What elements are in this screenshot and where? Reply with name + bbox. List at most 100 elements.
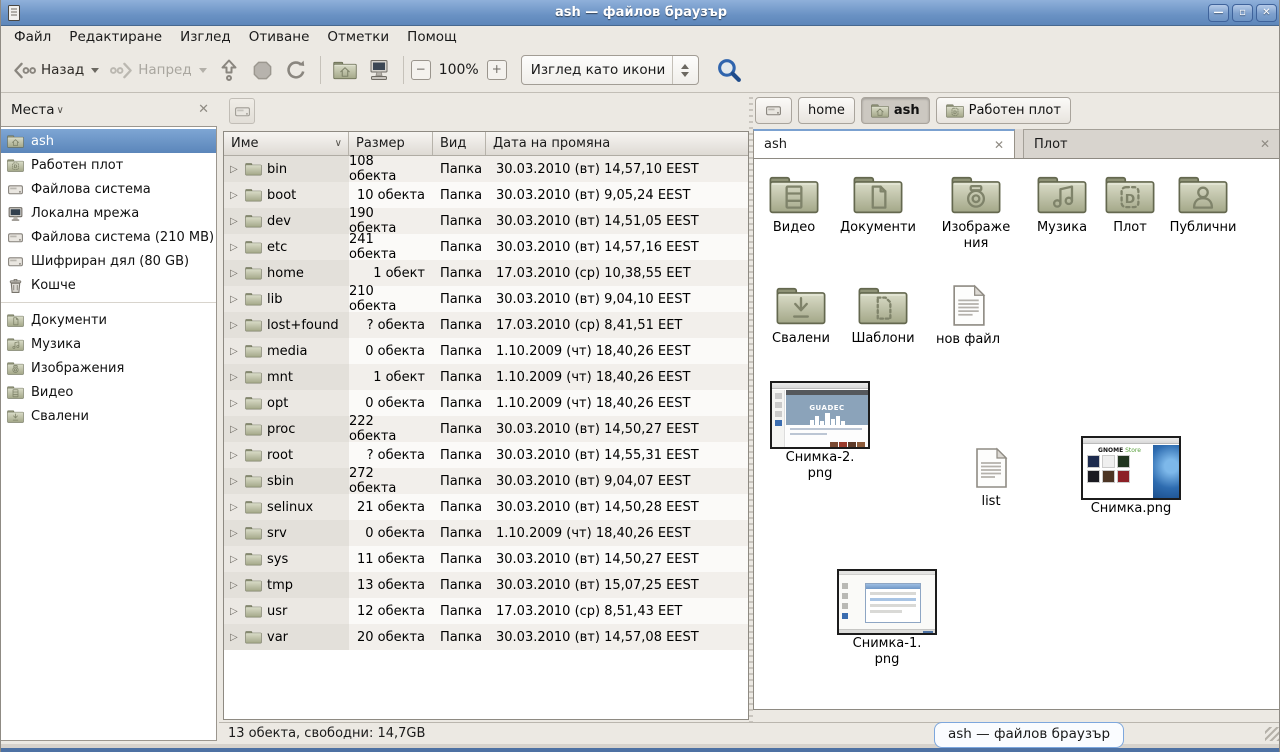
- file-item--png[interactable]: GNOME StoreСнимка.png: [1080, 436, 1182, 517]
- view-mode-spinner[interactable]: [672, 56, 698, 84]
- minimize-button[interactable]: —: [1208, 4, 1229, 22]
- sidebar-item-локална-мрежа[interactable]: Локална мрежа: [1, 201, 216, 225]
- sidebar-item-видео[interactable]: Видео: [1, 380, 216, 404]
- expander-icon[interactable]: ▷: [230, 164, 240, 175]
- expander-icon[interactable]: ▷: [230, 632, 240, 643]
- expander-icon[interactable]: ▷: [230, 502, 240, 513]
- expander-icon[interactable]: ▷: [230, 216, 240, 227]
- expander-icon[interactable]: ▷: [230, 606, 240, 617]
- table-row-root[interactable]: ▷root? обектаПапка30.03.2010 (вт) 14,55,…: [224, 442, 748, 468]
- expander-icon[interactable]: ▷: [230, 242, 240, 253]
- sidebar-item-файлова-система[interactable]: Файлова система: [1, 177, 216, 201]
- file-item--2-png[interactable]: GUADECСнимка-2.png: [769, 381, 871, 483]
- table-row-usr[interactable]: ▷usr12 обектаПапка17.03.2010 (ср) 8,51,4…: [224, 598, 748, 624]
- chevron-down-icon[interactable]: ∨: [57, 105, 64, 116]
- menu-item-2[interactable]: Редактиране: [60, 27, 171, 47]
- column-header-2[interactable]: Вид: [433, 132, 486, 155]
- view-mode-select[interactable]: Изглед като икони: [521, 55, 699, 85]
- expander-icon[interactable]: ▷: [230, 294, 240, 305]
- zoom-out-button[interactable]: −: [411, 60, 431, 80]
- table-row-selinux[interactable]: ▷selinux21 обектаПапка30.03.2010 (вт) 14…: [224, 494, 748, 520]
- close-button[interactable]: ✕: [1256, 4, 1277, 22]
- tab-close-icon[interactable]: ✕: [1260, 137, 1270, 151]
- icon-item-нов-файл[interactable]: нов файл: [926, 284, 1010, 348]
- expander-icon[interactable]: ▷: [230, 372, 240, 383]
- tab-close-icon[interactable]: ✕: [994, 138, 1004, 152]
- table-row-lib[interactable]: ▷lib210 обектаПапка30.03.2010 (вт) 9,04,…: [224, 286, 748, 312]
- sidebar-title[interactable]: Места: [11, 102, 55, 118]
- search-button[interactable]: [711, 53, 748, 88]
- icon-item-плот[interactable]: DПлот: [1092, 173, 1168, 236]
- breadcrumb-root[interactable]: [755, 97, 792, 124]
- breadcrumb-home[interactable]: home: [798, 97, 855, 124]
- expander-icon[interactable]: ▷: [230, 528, 240, 539]
- table-row-mnt[interactable]: ▷mnt1 обектПапка1.10.2009 (чт) 18,40,26 …: [224, 364, 748, 390]
- icon-item-документи[interactable]: Документи: [840, 173, 916, 236]
- sidebar-item-музика[interactable]: Музика: [1, 332, 216, 356]
- sidebar-close-icon[interactable]: ✕: [198, 102, 209, 117]
- sidebar-item-документи[interactable]: Документи: [1, 308, 216, 332]
- table-row-var[interactable]: ▷var20 обектаПапка30.03.2010 (вт) 14,57,…: [224, 624, 748, 650]
- icon-item-публични[interactable]: Публични: [1165, 173, 1241, 236]
- menu-item-4[interactable]: Отиване: [240, 27, 319, 47]
- table-row-tmp[interactable]: ▷tmp13 обектаПапка30.03.2010 (вт) 15,07,…: [224, 572, 748, 598]
- expander-icon[interactable]: ▷: [230, 450, 240, 461]
- icon-item-видео[interactable]: Видео: [756, 173, 832, 236]
- sidebar-item-свалени[interactable]: Свалени: [1, 404, 216, 428]
- table-row-srv[interactable]: ▷srv0 обектаПапка1.10.2009 (чт) 18,40,26…: [224, 520, 748, 546]
- menu-item-1[interactable]: Файл: [5, 27, 60, 47]
- icon-item-шаблони[interactable]: Шаблони: [841, 284, 925, 347]
- expander-icon[interactable]: ▷: [230, 398, 240, 409]
- menu-item-3[interactable]: Изглед: [171, 27, 240, 47]
- zoom-in-button[interactable]: +: [487, 60, 507, 80]
- resize-grip[interactable]: [1265, 727, 1279, 741]
- file-item--1-png[interactable]: Снимка-1.png: [836, 569, 938, 669]
- table-row-lost+found[interactable]: ▷lost+found? обектаПапка17.03.2010 (ср) …: [224, 312, 748, 338]
- table-row-sbin[interactable]: ▷sbin272 обектаПапка30.03.2010 (вт) 9,04…: [224, 468, 748, 494]
- table-row-bin[interactable]: ▷bin108 обектаПапка30.03.2010 (вт) 14,57…: [224, 156, 748, 182]
- expander-icon[interactable]: ▷: [230, 190, 240, 201]
- sidebar-item-кошче[interactable]: Кошче: [1, 273, 216, 297]
- icon-item-музика[interactable]: Музика: [1024, 173, 1100, 236]
- sidebar-item-шифриран-дял-80-gb-[interactable]: Шифриран дял (80 GB): [1, 249, 216, 273]
- icon-item-изображения[interactable]: Изображения: [938, 173, 1014, 253]
- up-button[interactable]: [212, 53, 246, 87]
- menu-item-5[interactable]: Отметки: [318, 27, 398, 47]
- forward-dropdown-icon[interactable]: [199, 68, 207, 73]
- column-header-0[interactable]: Име∨: [224, 132, 349, 155]
- forward-button[interactable]: Напред: [104, 55, 211, 86]
- reload-button[interactable]: [279, 54, 313, 86]
- table-row-home[interactable]: ▷home1 обектПапка17.03.2010 (ср) 10,38,5…: [224, 260, 748, 286]
- sidebar-item-изображения[interactable]: Изображения: [1, 356, 216, 380]
- expander-icon[interactable]: ▷: [230, 346, 240, 357]
- expander-icon[interactable]: ▷: [230, 554, 240, 565]
- breadcrumb-Работен плот[interactable]: DРаботен плот: [936, 97, 1071, 124]
- table-row-etc[interactable]: ▷etc241 обектаПапка30.03.2010 (вт) 14,57…: [224, 234, 748, 260]
- column-header-3[interactable]: Дата на промяна: [486, 132, 748, 155]
- expander-icon[interactable]: ▷: [230, 268, 240, 279]
- menu-item-6[interactable]: Помощ: [398, 27, 466, 47]
- stop-button[interactable]: [246, 55, 279, 86]
- home-button[interactable]: [328, 56, 362, 84]
- table-row-media[interactable]: ▷media0 обектаПапка1.10.2009 (чт) 18,40,…: [224, 338, 748, 364]
- back-button[interactable]: Назад: [7, 55, 104, 86]
- sidebar-item-файлова-система-210-mb-[interactable]: Файлова система (210 MB): [1, 225, 216, 249]
- computer-button[interactable]: [362, 54, 396, 86]
- table-row-sys[interactable]: ▷sys11 обектаПапка30.03.2010 (вт) 14,50,…: [224, 546, 748, 572]
- table-row-proc[interactable]: ▷proc222 обектаПапка30.03.2010 (вт) 14,5…: [224, 416, 748, 442]
- expander-icon[interactable]: ▷: [230, 580, 240, 591]
- breadcrumb-ash[interactable]: ash: [861, 97, 930, 124]
- expander-icon[interactable]: ▷: [230, 424, 240, 435]
- sidebar-item-ash[interactable]: ash: [1, 129, 216, 153]
- column-header-1[interactable]: Размер: [349, 132, 433, 155]
- expander-icon[interactable]: ▷: [230, 476, 240, 487]
- back-dropdown-icon[interactable]: [91, 68, 99, 73]
- tab-ash[interactable]: ash ✕: [753, 129, 1015, 158]
- pane-location-button[interactable]: [229, 98, 255, 124]
- table-row-opt[interactable]: ▷opt0 обектаПапка1.10.2009 (чт) 18,40,26…: [224, 390, 748, 416]
- file-item-list[interactable]: list: [956, 447, 1026, 510]
- icon-item-свалени[interactable]: Свалени: [759, 284, 843, 347]
- table-row-boot[interactable]: ▷boot10 обектаПапка30.03.2010 (вт) 9,05,…: [224, 182, 748, 208]
- maximize-button[interactable]: ▫: [1232, 4, 1253, 22]
- tab-plot[interactable]: Плот ✕: [1023, 129, 1280, 158]
